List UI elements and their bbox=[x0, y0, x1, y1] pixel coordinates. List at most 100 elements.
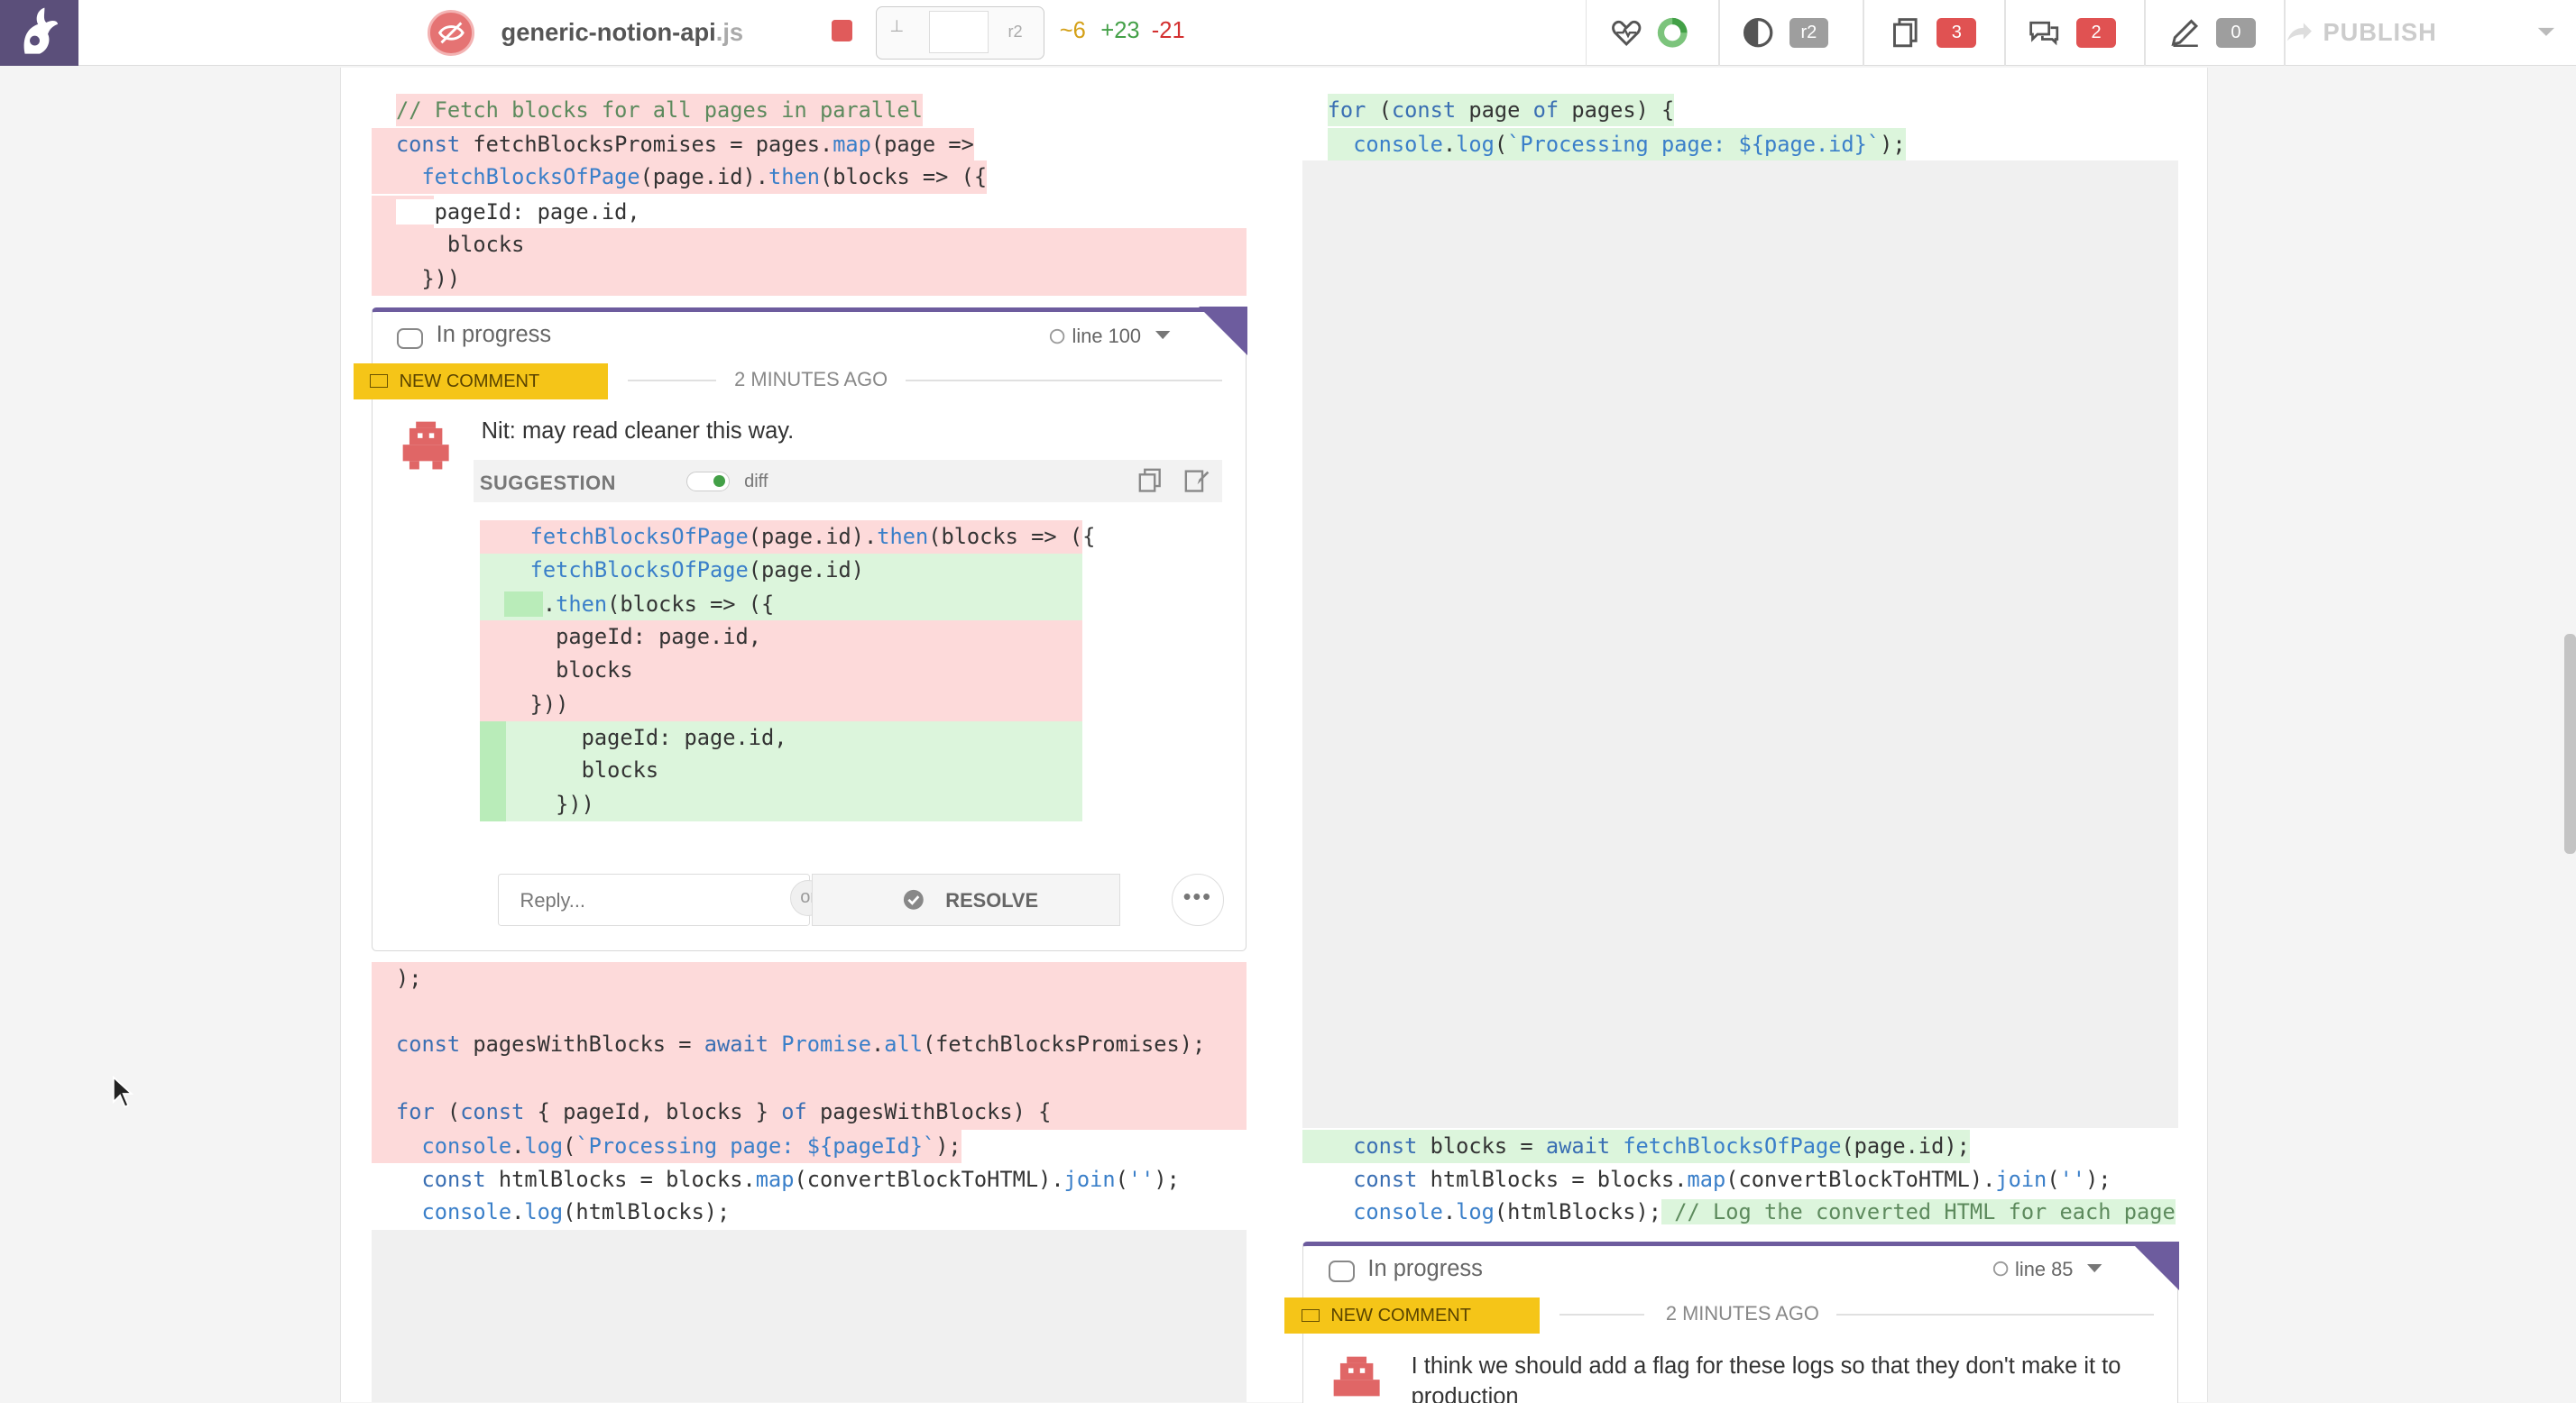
diff-toggle-label: diff bbox=[744, 471, 768, 491]
pencil-icon[interactable] bbox=[2168, 16, 2201, 49]
code-line: blocks bbox=[504, 656, 633, 683]
star-icon[interactable] bbox=[831, 19, 853, 41]
comment-body: production bbox=[1411, 1384, 1519, 1403]
code-line: })) bbox=[504, 692, 569, 718]
repo-name[interactable]: generic-notion-api.js bbox=[501, 18, 744, 47]
mouse-cursor-icon bbox=[112, 1076, 134, 1108]
code-line: const htmlBlocks = blocks.map(convertBlo… bbox=[1353, 1166, 2111, 1192]
envelope-icon bbox=[369, 374, 388, 388]
repo-visibility-icon[interactable] bbox=[427, 9, 475, 56]
discussions-count-badge[interactable]: 2 bbox=[2076, 18, 2116, 48]
discussion-flag-icon[interactable] bbox=[1199, 307, 1248, 355]
reply-placeholder: Reply... bbox=[520, 889, 585, 912]
divider bbox=[1585, 0, 1587, 66]
code-line: blocks bbox=[395, 232, 525, 258]
suggestion-label: SUGGESTION bbox=[479, 471, 616, 494]
code-line: for (const page of pages) { bbox=[1327, 93, 1675, 127]
revision-range-selector[interactable]: ⊥ r2 bbox=[875, 6, 1045, 60]
divider bbox=[2143, 0, 2146, 66]
avatar[interactable] bbox=[400, 418, 452, 471]
code-line: fetchBlocksOfPage(page.id).then(blocks =… bbox=[529, 524, 1096, 550]
code-line: console.log(htmlBlocks); // Log the conv… bbox=[1353, 1198, 2176, 1224]
more-options-button[interactable]: ••• bbox=[1171, 873, 1224, 927]
divider bbox=[1836, 1314, 2154, 1316]
divider bbox=[1559, 1314, 1645, 1316]
contrast-icon[interactable] bbox=[1742, 16, 1774, 49]
chevron-down-icon[interactable] bbox=[2087, 1264, 2102, 1274]
edit-suggestion-icon[interactable] bbox=[1184, 468, 1210, 492]
publish-button[interactable]: PUBLISH bbox=[2323, 18, 2436, 47]
discussion-icon bbox=[1328, 1261, 1355, 1283]
added-gutter-fill bbox=[1302, 1130, 1328, 1163]
code-line: blocks bbox=[504, 757, 659, 784]
divider bbox=[627, 379, 717, 381]
new-comment-label: NEW COMMENT bbox=[1330, 1305, 1471, 1325]
code-line: console.log(`Processing page: ${page.id}… bbox=[1327, 128, 1906, 161]
discussion-status[interactable]: In progress bbox=[1367, 1256, 1482, 1282]
top-bar: generic-notion-api.js ⊥ r2 ~6 +23 -21 r2… bbox=[0, 0, 2576, 66]
line-reference[interactable]: line 85 bbox=[2015, 1258, 2073, 1281]
publish-share-icon bbox=[2286, 23, 2312, 41]
check-circle-icon bbox=[903, 890, 924, 911]
files-count-badge[interactable]: 3 bbox=[1937, 18, 1977, 48]
rabbit-icon bbox=[23, 8, 58, 55]
code-line: console.log(htmlBlocks); bbox=[421, 1198, 731, 1224]
page-scrollbar[interactable] bbox=[2564, 634, 2576, 855]
new-comment-tag: NEW COMMENT bbox=[1284, 1297, 1540, 1334]
revision-start[interactable]: ⊥ bbox=[889, 17, 904, 36]
comment-body: Nit: may read cleaner this way. bbox=[481, 418, 795, 445]
drafts-count-badge[interactable]: 0 bbox=[2216, 18, 2256, 48]
code-line: pageId: page.id, bbox=[504, 624, 762, 650]
clock-icon bbox=[1992, 1261, 2008, 1277]
avatar[interactable] bbox=[1330, 1353, 1383, 1403]
code-line: pageId: page.id, bbox=[504, 724, 787, 750]
divider bbox=[2004, 0, 2006, 66]
code-line: // Fetch blocks for all pages in paralle… bbox=[395, 93, 923, 127]
files-icon[interactable] bbox=[1890, 16, 1922, 49]
resolve-label: RESOLVE bbox=[945, 889, 1039, 912]
divider bbox=[1718, 0, 1720, 66]
copy-icon[interactable] bbox=[1138, 468, 1163, 492]
code-line: })) bbox=[504, 792, 594, 818]
comment-timestamp: 2 MINUTES AGO bbox=[734, 367, 888, 390]
clock-icon bbox=[1049, 328, 1065, 344]
repo-ext-text: .js bbox=[715, 18, 744, 47]
code-line: fetchBlocksOfPage(page.id).then(blocks =… bbox=[371, 160, 988, 194]
suggestion-header: SUGGESTION diff bbox=[473, 459, 1223, 503]
heartbeat-icon[interactable] bbox=[1610, 16, 1642, 49]
comment-timestamp: 2 MINUTES AGO bbox=[1665, 1302, 1819, 1325]
divider bbox=[905, 379, 1223, 381]
reply-input[interactable]: Reply... bbox=[497, 873, 810, 927]
discussion-flag-icon[interactable] bbox=[2130, 1241, 2179, 1290]
revision-end[interactable]: r2 bbox=[1008, 23, 1023, 41]
code-text: // Fetch blocks for all pages in paralle… bbox=[395, 96, 923, 123]
reviewable-logo[interactable] bbox=[0, 0, 79, 66]
discussion-status[interactable]: In progress bbox=[437, 322, 551, 348]
divider bbox=[1863, 0, 1865, 66]
code-line: const pagesWithBlocks = await Promise.al… bbox=[395, 1032, 1206, 1058]
chevron-down-icon[interactable] bbox=[1155, 331, 1171, 341]
stat-added: +23 bbox=[1100, 18, 1140, 44]
repo-name-text: generic-notion-api bbox=[501, 18, 716, 47]
resolve-button[interactable]: RESOLVE bbox=[811, 873, 1121, 927]
envelope-icon bbox=[1301, 1308, 1320, 1323]
code-line: .then(blocks => ({ bbox=[504, 588, 774, 620]
stat-deleted: -21 bbox=[1151, 18, 1185, 44]
code-line: const htmlBlocks = blocks.map(convertBlo… bbox=[421, 1166, 1180, 1192]
revision-badge[interactable]: r2 bbox=[1789, 18, 1829, 48]
chevron-down-icon[interactable] bbox=[2536, 26, 2556, 40]
code-line: const blocks = await fetchBlocksOfPage(p… bbox=[1327, 1130, 1970, 1163]
diff-toggle[interactable] bbox=[686, 471, 730, 491]
ci-status-icon[interactable] bbox=[1656, 16, 1688, 49]
code-line: pageId: page.id, bbox=[395, 198, 640, 225]
code-line: console.log(`Processing page: ${pageId}`… bbox=[395, 1130, 961, 1163]
revision-range-track[interactable] bbox=[929, 10, 989, 54]
comment-body: I think we should add a flag for these l… bbox=[1411, 1353, 2121, 1379]
discussions-icon[interactable] bbox=[2028, 16, 2060, 49]
line-reference[interactable]: line 100 bbox=[1072, 325, 1142, 348]
code-line: ); bbox=[395, 966, 422, 992]
new-comment-tag: NEW COMMENT bbox=[353, 362, 608, 399]
empty-gap-region bbox=[371, 1230, 1247, 1403]
code-line: })) bbox=[395, 266, 461, 292]
empty-gap-region bbox=[1302, 160, 2179, 1129]
